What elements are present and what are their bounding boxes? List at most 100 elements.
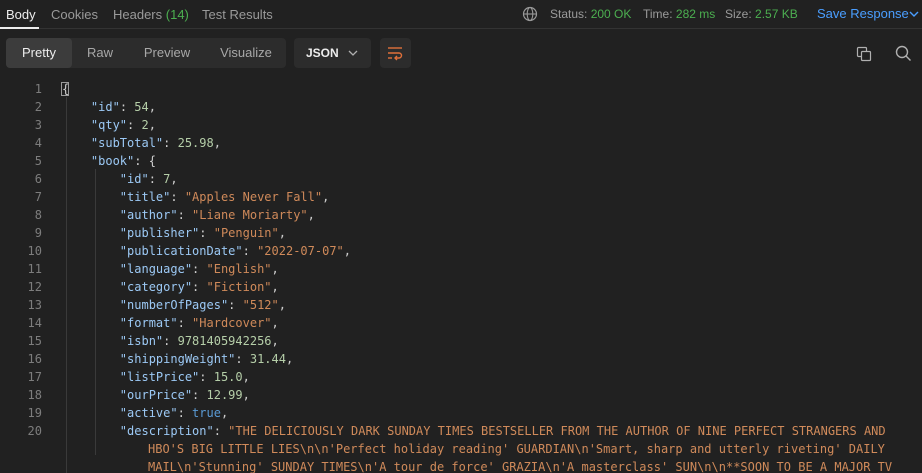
json-comma: , [307,208,315,222]
size-label: Size: [725,7,752,21]
code-line: 4 "subTotal": 25.98, [0,134,922,152]
code-line: 6 "id": 7, [0,170,922,188]
json-comma: , [278,298,286,312]
code-line-text: "shippingWeight": 31.44, [62,350,293,368]
json-key: "language" [119,262,193,276]
json-key: "author" [119,208,178,222]
json-comma: , [278,226,286,240]
json-key: "active" [119,406,178,420]
json-key: "format" [119,316,178,330]
json-colon: : [119,100,135,114]
chevron-down-icon[interactable] [908,9,920,19]
json-comma: , [242,370,250,384]
wrap-lines-icon [388,47,403,61]
raw-button[interactable]: Raw [72,38,128,68]
json-colon: : [213,424,229,438]
preview-button[interactable]: Preview [128,38,206,68]
chevron-down-icon [348,50,358,56]
json-key: "publicationDate" [119,244,243,258]
json-value: 12.99 [206,388,243,402]
code-line: 18 "ourPrice": 12.99, [0,386,922,404]
tab-test-results[interactable]: Test Results [202,7,273,22]
json-colon: : [127,118,142,132]
code-line: 13 "numberOfPages": "512", [0,296,922,314]
json-value-continuation: HBO'S BIG LITTLE LIES\n\n'Perfect holida… [148,442,885,456]
json-value: "English" [206,262,272,276]
body-toolbar: Pretty Raw Preview Visualize JSON [0,29,922,79]
json-key: "subTotal" [90,136,164,150]
code-line-text: "publisher": "Penguin", [62,224,286,242]
code-line: 12 "category": "Fiction", [0,278,922,296]
code-line: 9 "publisher": "Penguin", [0,224,922,242]
code-line-text: "id": 7, [62,170,178,188]
json-colon: : [192,262,207,276]
json-key: "listPrice" [119,370,200,384]
json-brace: { [148,154,156,168]
status-value: 200 OK [590,7,632,21]
code-line-text: "isbn": 9781405942256, [62,332,279,350]
copy-icon[interactable] [856,46,872,62]
code-line-text: "id": 54, [62,98,156,116]
code-line: 16 "shippingWeight": 31.44, [0,350,922,368]
json-key: "category" [119,280,193,294]
json-colon: : [148,172,164,186]
json-comma: , [271,316,279,330]
json-colon: : [170,190,185,204]
json-colon: : [177,406,193,420]
wrap-lines-button[interactable] [380,38,411,68]
json-colon: : [228,298,243,312]
line-number: 18 [27,388,42,402]
size-value: 2.57 KB [755,7,798,21]
format-select-value: JSON [306,46,339,60]
line-number: 9 [34,226,42,240]
visualize-button[interactable]: Visualize [206,38,286,68]
code-line-text: "description": "THE DELICIOUSLY DARK SUN… [62,422,886,440]
line-number: 16 [27,352,42,366]
json-value: "2022-07-07" [257,244,344,258]
json-comma: , [271,334,279,348]
code-line: 7 "title": "Apples Never Fall", [0,188,922,206]
json-comma: , [242,388,250,402]
tab-body[interactable]: Body [6,7,36,22]
json-comma: , [148,118,156,132]
json-value: "Liane Moriarty" [192,208,308,222]
json-colon: : [199,226,214,240]
json-value: 15.0 [213,370,243,384]
line-number: 19 [27,406,42,420]
code-line: 19 "active": true, [0,404,922,422]
json-key: "isbn" [119,334,164,348]
json-value: true [192,406,221,420]
globe-icon[interactable] [522,6,538,22]
code-line-text: "active": true, [62,404,228,422]
status-indicator[interactable]: Status: 200 OK [550,7,631,21]
line-number: 5 [34,154,42,168]
search-icon[interactable] [895,45,912,62]
json-comma: , [213,136,221,150]
json-colon: : [192,388,207,402]
tab-cookies[interactable]: Cookies [51,7,98,22]
code-line: 10 "publicationDate": "2022-07-07", [0,242,922,260]
code-line: 2 "id": 54, [0,98,922,116]
view-mode-switch: Pretty Raw Preview Visualize [6,38,286,68]
save-response-button[interactable]: Save Response [817,6,909,21]
json-value: 25.98 [177,136,214,150]
json-value: "512" [242,298,279,312]
json-comma: , [322,190,330,204]
code-line-text: "subTotal": 25.98, [62,134,221,152]
format-select[interactable]: JSON [294,38,371,68]
time-indicator[interactable]: Time: 282 ms [643,7,715,21]
code-line: 5 "book": { [0,152,922,170]
json-colon: : [163,334,178,348]
json-key: "qty" [90,118,128,132]
json-response-body[interactable]: 1{2 "id": 54, 3 "qty": 2, 4 "subTotal": 25… [0,79,922,473]
pretty-button[interactable]: Pretty [6,38,72,68]
tab-headers[interactable]: Headers (14) [113,7,189,22]
code-line: 1{ [0,80,922,98]
json-key: "numberOfPages" [119,298,229,312]
code-line-text: "listPrice": 15.0, [62,368,250,386]
json-key: "ourPrice" [119,388,193,402]
size-indicator[interactable]: Size: 2.57 KB [725,7,798,21]
response-tab-bar: Body Cookies Headers (14) Test Results S… [0,0,922,29]
line-number: 20 [27,424,42,438]
json-comma: , [220,406,229,420]
